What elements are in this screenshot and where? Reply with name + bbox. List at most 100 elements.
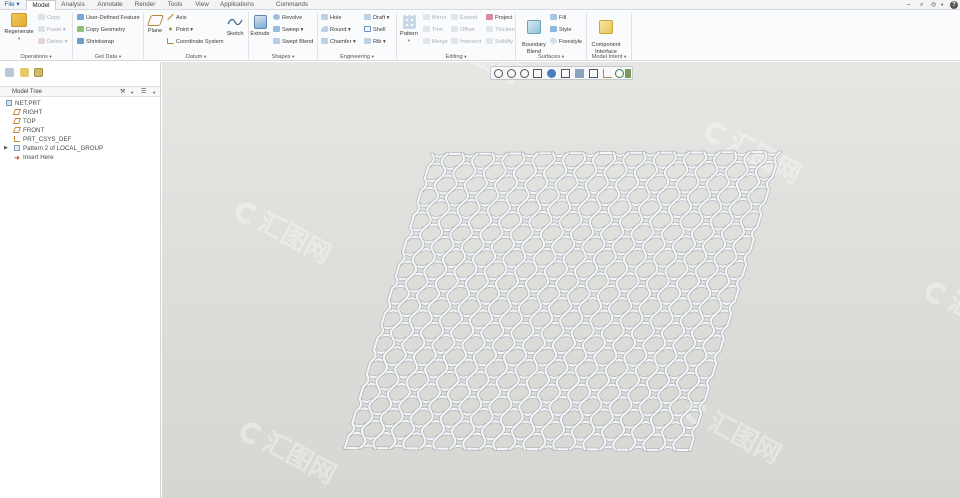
tree-item-top[interactable]: TOP [12,117,36,126]
tree-item-prt-csys-def[interactable]: PRT_CSYS_DEF [14,135,71,144]
udf-button[interactable]: User-Defined Feature [77,14,140,22]
delete-button[interactable]: Delete ▾ [38,38,68,46]
copy-geometry-button[interactable]: Copy Geometry [77,26,125,34]
tab-commands[interactable]: Commands (PGUID) [264,0,320,18]
solidify-icon [486,38,493,44]
group-datum-label[interactable]: Datum ▾ [144,52,248,61]
search-icon[interactable]: ⌕ [920,0,923,10]
mesh-weft-wire [401,247,752,257]
expand-icon[interactable]: ▶ [4,144,8,153]
perspective-icon[interactable] [589,69,598,78]
group-operations-label[interactable]: Operations ▾ [0,52,72,61]
mesh-weft-wire [383,309,733,318]
display-style-icon[interactable] [547,69,556,78]
merge-button[interactable]: Merge [423,38,448,46]
datum-display-icon[interactable] [603,69,612,78]
draft-button[interactable]: Draft ▾ [364,14,389,22]
zoom-in-icon[interactable] [507,69,516,78]
tab-applications[interactable]: Applications [216,0,258,10]
repaint-icon[interactable] [533,69,542,78]
group-editing-label[interactable]: Editing ▾ [397,52,515,61]
tab-tools[interactable]: Tools [164,0,186,10]
mesh-weft-wire [354,407,703,417]
tab-view[interactable]: View [191,0,213,10]
sketch-button[interactable]: Sketch [224,15,246,38]
trim-button[interactable]: Trim [423,26,443,34]
round-button[interactable]: Round ▾ [321,26,351,34]
extend-button[interactable]: Extend [451,14,477,22]
offset-button[interactable]: Offset [451,26,475,34]
paste-button[interactable]: Paste ▾ [38,26,66,34]
axis-icon [167,14,174,20]
mesh-wires [343,150,782,452]
tree-item-pattern[interactable]: ▶ Pattern 2 of LOCAL_GROUP [4,144,103,153]
delete-icon [38,38,45,44]
settings-icon[interactable]: ◎ [931,0,936,10]
tree-settings-icon[interactable]: ⚒ [120,88,125,97]
folder-browser-icon[interactable] [34,68,43,77]
plane-button[interactable]: Plane [145,15,165,35]
pattern-button[interactable]: Pattern ▾ [398,15,420,44]
mesh-weft-wire [398,259,748,269]
zoom-out-icon[interactable] [520,69,529,78]
coordinate-system-button[interactable]: Coordinate System [167,38,224,46]
copy-button[interactable]: Copy [38,14,60,22]
tab-analysis[interactable]: Analysis [58,0,88,10]
annotation-display-icon[interactable] [625,69,631,78]
project-button[interactable]: Project [486,14,512,22]
layer-tree-icon[interactable] [20,68,29,77]
show-tree-icon[interactable] [5,68,14,77]
rib-button[interactable]: Rib ▾ [364,38,386,46]
group-engineering-label[interactable]: Engineering ▾ [318,52,396,61]
group-surfaces-label[interactable]: Surfaces ▾ [516,52,586,61]
view-manager-icon[interactable] [575,69,584,78]
shell-button[interactable]: Shell [364,26,385,34]
help-icon[interactable]: ? [950,1,958,9]
wire-mesh-model[interactable] [162,62,960,498]
chevron-down-icon[interactable]: ▾ [153,88,155,97]
chamfer-button[interactable]: Chamfer ▾ [321,38,356,46]
chevron-down-icon[interactable]: ▾ [131,88,133,97]
tree-filter-icon[interactable]: ☰ [141,88,146,97]
tree-item-net-prt[interactable]: NET.PRT [6,99,41,108]
minimize-ribbon-icon[interactable]: – [907,0,910,10]
swept-blend-button[interactable]: Swept Blend [273,38,313,46]
saved-views-icon[interactable] [561,69,570,78]
sketch-icon [227,18,243,26]
zoom-fit-icon[interactable] [494,69,503,78]
group-model-intent-label[interactable]: Model Intent ▾ [587,52,631,61]
regenerate-button[interactable]: Regenerate ▾ [3,13,35,42]
style-button[interactable]: Style [550,26,571,34]
tab-file[interactable]: File ▾ [2,0,22,10]
group-get-data-label[interactable]: Get Data ▾ [73,52,143,61]
fill-button[interactable]: Fill [550,14,566,22]
regenerate-icon [11,13,27,27]
spin-center-icon[interactable] [615,69,624,78]
hole-button[interactable]: Hole [321,14,342,22]
point-button[interactable]: Point ▾ [167,26,193,34]
shrinkwrap-button[interactable]: Shrinkwrap [77,38,114,46]
tree-item-right[interactable]: RIGHT [12,108,42,117]
sweep-button[interactable]: Sweep ▾ [273,26,303,34]
graphics-viewport[interactable]: 汇图网 汇图网 汇图网 汇图网 汇图网 汇图网 汇图网 [162,62,960,498]
mirror-button[interactable]: Mirror [423,14,447,22]
tree-item-insert-here[interactable]: ➜ Insert Here [14,153,54,162]
solidify-button[interactable]: Solidify [486,38,513,46]
extrude-button[interactable]: Extrude [249,15,271,38]
revolve-button[interactable]: Revolve [273,14,302,22]
thicken-button[interactable]: Thicken [486,26,515,34]
component-interface-button[interactable]: Component Interface [588,13,624,55]
intersect-button[interactable]: Intersect [451,38,481,46]
freestyle-button[interactable]: Freestyle [550,38,582,46]
plane-icon [146,15,164,26]
chevron-down-icon[interactable]: ▾ [941,0,943,10]
mesh-weft-wire [416,197,767,208]
boundary-blend-button[interactable]: Boundary Blend [518,13,550,55]
tree-item-front[interactable]: FRONT [12,126,44,135]
part-icon [6,100,12,106]
axis-button[interactable]: Axis [167,14,187,22]
tab-annotate[interactable]: Annotate [94,0,126,10]
csys-icon [167,38,174,44]
tab-render[interactable]: Render [131,0,159,10]
group-shapes-label[interactable]: Shapes ▾ [249,52,317,61]
